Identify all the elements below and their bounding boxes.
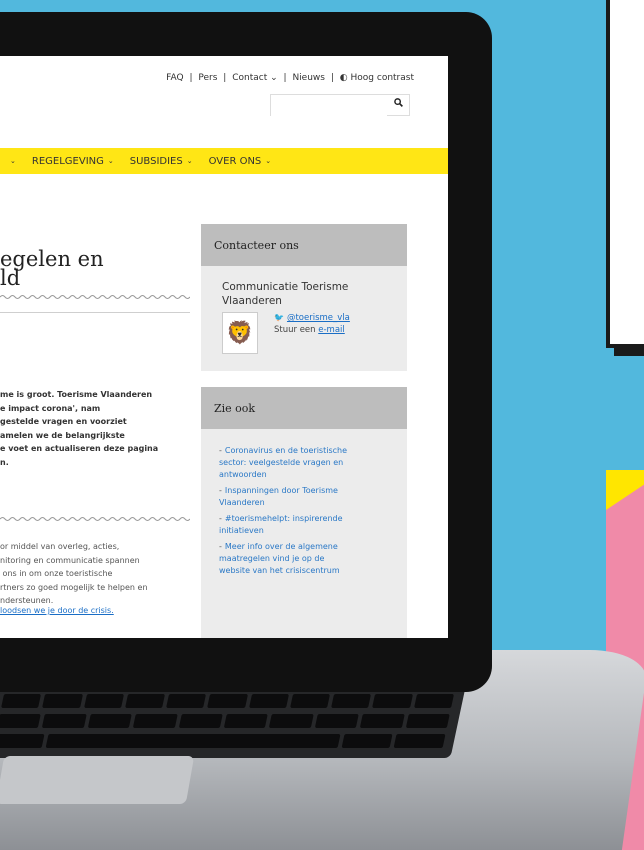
nav-item-partial[interactable]: ⌄	[6, 157, 16, 165]
title-squiggle-divider	[0, 295, 190, 299]
link-contact[interactable]: Contact ⌄	[232, 73, 277, 83]
chevron-down-icon: ⌄	[10, 157, 16, 165]
see-also-list: - Coronavirus en de toeristische sector: …	[201, 429, 407, 577]
body-text: or middel van overleg, acties, nitoring …	[0, 542, 148, 606]
nav-item-regelgeving[interactable]: REGELGEVING ⌄	[32, 156, 114, 167]
high-contrast-toggle[interactable]: ◐ Hoog contrast	[340, 73, 414, 83]
search-input[interactable]	[271, 97, 387, 117]
link-nieuws[interactable]: Nieuws	[292, 73, 325, 83]
page-title: egelen en ld	[0, 247, 104, 291]
nav-item-over-ons[interactable]: OVER ONS ⌄	[209, 156, 272, 167]
see-also-link[interactable]: Coronavirus en de toeristische sector: v…	[219, 446, 347, 479]
see-also-item[interactable]: - Inspanningen door Toerisme Vlaanderen	[219, 485, 397, 509]
contact-links: 🐦 @toerisme_vla Stuur een e-mail	[274, 312, 350, 354]
contact-box: Contacteer ons Communicatie Toerisme Vla…	[201, 224, 407, 371]
see-also-item[interactable]: - Coronavirus en de toeristische sector: …	[219, 445, 397, 481]
chevron-down-icon: ⌄	[270, 73, 278, 83]
mail-prefix: Stuur een	[274, 325, 319, 335]
chevron-down-icon: ⌄	[186, 157, 193, 165]
link-contact-label: Contact	[232, 73, 268, 83]
see-also-link[interactable]: Inspanningen door Toerisme Vlaanderen	[219, 486, 338, 507]
main-nav: ⌄ REGELGEVING ⌄ SUBSIDIES ⌄ OVER ONS ⌄	[0, 148, 448, 174]
see-also-link[interactable]: #toerismehelpt: inspirerende initiatieve…	[219, 514, 343, 535]
separator: |	[330, 73, 334, 83]
intro-squiggle-divider	[0, 517, 190, 521]
link-pers[interactable]: Pers	[198, 73, 217, 83]
separator: |	[283, 73, 287, 83]
see-also-box: Zie ook - Coronavirus en de toeristische …	[201, 387, 407, 638]
mail-line: Stuur een e-mail	[274, 324, 350, 336]
link-faq[interactable]: FAQ	[166, 73, 183, 83]
nav-item-subsidies[interactable]: SUBSIDIES ⌄	[130, 156, 193, 167]
twitter-link-row: 🐦 @toerisme_vla	[274, 312, 350, 324]
search-box	[270, 94, 410, 117]
nav-item-label: SUBSIDIES	[129, 155, 183, 167]
separator: |	[223, 73, 227, 83]
nav-item-label: OVER ONS	[208, 155, 262, 167]
intro-text: me is groot. Toerisme Vlaanderen e impac…	[0, 390, 159, 467]
background-white-card	[606, 0, 644, 348]
twitter-link[interactable]: @toerisme_vla	[287, 313, 350, 323]
nav-item-label: REGELGEVING	[31, 155, 104, 167]
search-icon[interactable]	[394, 98, 403, 107]
chevron-down-icon: ⌄	[265, 157, 272, 165]
browser-screen: FAQ | Pers | Contact ⌄ | Nieuws | ◐ Hoog…	[0, 56, 448, 638]
utility-links: FAQ | Pers | Contact ⌄ | Nieuws | ◐ Hoog…	[166, 73, 414, 83]
vlaanderen-lion-logo: 🦁	[222, 312, 258, 354]
contact-row: 🦁 🐦 @toerisme_vla Stuur een e-mail	[201, 308, 407, 354]
email-link[interactable]: e-mail	[318, 325, 345, 335]
twitter-icon: 🐦	[274, 313, 284, 322]
high-contrast-label: Hoog contrast	[350, 73, 414, 83]
body-link[interactable]: loodsen we je door de crisis.	[0, 606, 114, 615]
see-also-item[interactable]: - #toerismehelpt: inspirerende initiatiev…	[219, 513, 397, 537]
see-also-heading: Zie ook	[201, 387, 407, 429]
contrast-icon: ◐	[339, 73, 348, 83]
chevron-down-icon: ⌄	[107, 157, 114, 165]
divider	[0, 312, 190, 313]
contact-organization: Communicatie Toerisme Vlaanderen	[222, 281, 349, 307]
laptop-trackpad	[0, 756, 195, 804]
see-also-link[interactable]: Meer info over de algemene maatregelen v…	[219, 542, 340, 575]
see-also-item[interactable]: - Meer info over de algemene maatregelen …	[219, 541, 397, 577]
separator: |	[189, 73, 193, 83]
background-yellow-flap	[606, 470, 644, 510]
contact-heading: Contacteer ons	[201, 224, 407, 266]
